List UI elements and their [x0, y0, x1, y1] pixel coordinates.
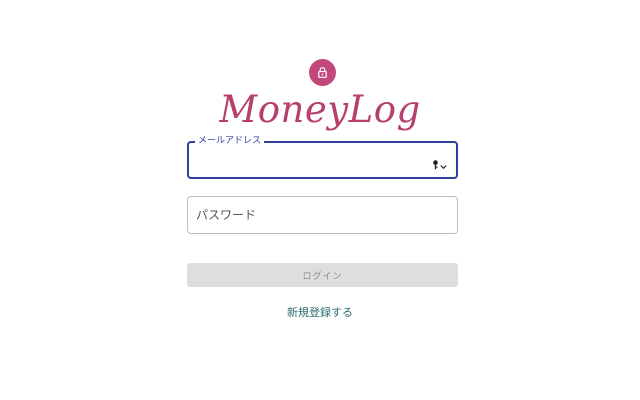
chevron-down-icon — [440, 155, 447, 174]
key-icon — [432, 155, 439, 174]
email-field[interactable]: メールアドレス — [187, 135, 458, 179]
app-title: MoneyLog — [219, 88, 421, 131]
password-field[interactable] — [187, 196, 458, 234]
autofill-button[interactable] — [432, 155, 447, 174]
signup-link[interactable]: 新規登録する — [0, 305, 640, 321]
login-page: MoneyLog メールアドレス ログイン 新規登録する — [0, 0, 640, 400]
email-input[interactable] — [197, 143, 427, 177]
login-button[interactable]: ログイン — [187, 263, 458, 287]
lock-icon — [309, 59, 336, 86]
password-input[interactable] — [196, 197, 426, 233]
